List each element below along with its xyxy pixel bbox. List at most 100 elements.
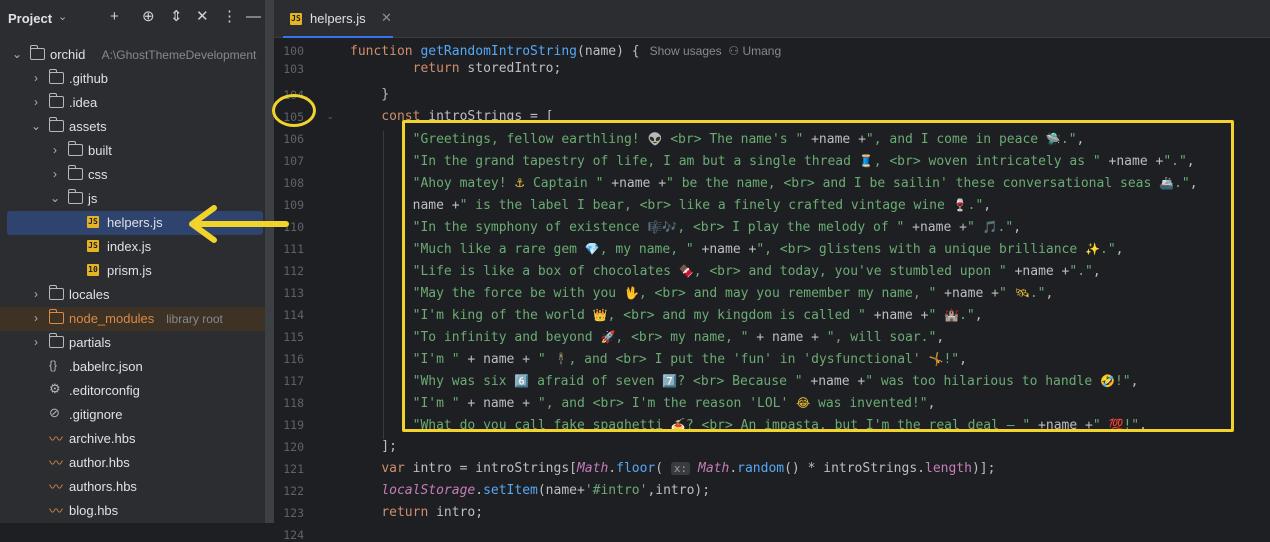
line-number-circle-highlight (272, 94, 316, 127)
folder-icon (67, 141, 83, 156)
line-number: 123 (283, 506, 304, 520)
tree-item-gitignore[interactable]: ⊘ .gitignore (0, 403, 274, 427)
chevron-down-icon[interactable]: ⌄ (12, 47, 22, 61)
panel-scrollbar[interactable] (265, 0, 274, 523)
tree-item-label: prism.js (107, 263, 152, 278)
line-number: 116 (283, 352, 304, 366)
tree-item-locales[interactable]: › locales (0, 283, 274, 307)
show-usages-link[interactable]: Show usages (650, 44, 722, 58)
tree-item-assets[interactable]: ⌄ assets (0, 115, 274, 139)
tree-item-github[interactable]: › .github (0, 67, 274, 91)
tree-item-author-hbs[interactable]: 〰 author.hbs (0, 451, 274, 475)
line-number: 115 (283, 330, 304, 344)
handlebars-file-icon: 〰 (49, 503, 63, 519)
folder-icon (29, 45, 45, 60)
line-number: 100 (283, 44, 304, 58)
json-file-icon: {} (49, 358, 58, 372)
code-line[interactable]: localStorage.setItem(name+'#intro',intro… (350, 483, 710, 499)
tree-item-label: node_modules (69, 311, 155, 326)
folder-icon (48, 117, 64, 132)
tab-helpers-js[interactable]: JS helpers.js ✕ (283, 0, 393, 38)
collapse-all-icon[interactable]: ✕ (196, 9, 209, 25)
tree-item-editorconfig[interactable]: ⚙ .editorconfig (0, 379, 274, 403)
js-file-icon: 10 (87, 264, 99, 276)
expand-all-icon[interactable]: ⇕ (170, 9, 183, 25)
tree-item-label: authors.hbs (69, 479, 137, 494)
tree-item-label: author.hbs (69, 455, 130, 470)
line-number: 120 (283, 440, 304, 454)
tree-item-label: helpers.js (107, 215, 163, 230)
close-icon[interactable]: ✕ (381, 10, 392, 26)
code-line[interactable]: return storedIntro; (350, 61, 562, 77)
line-number: 114 (283, 308, 304, 322)
tree-item-blog-hbs[interactable]: 〰 blog.hbs (0, 499, 274, 523)
folder-icon (67, 165, 83, 180)
chevron-down-icon[interactable]: ⌄ (58, 10, 67, 23)
js-file-icon: JS (87, 240, 99, 252)
line-number: 112 (283, 264, 304, 278)
code-vision-hint[interactable]: Show usages ⚇ Umang (650, 44, 782, 58)
fold-icon[interactable]: ⌄ (326, 111, 334, 122)
ignore-file-icon: ⊘ (49, 405, 60, 420)
options-icon[interactable]: ⋮ (222, 9, 237, 25)
line-number: 111 (283, 242, 304, 256)
line-number: 122 (283, 484, 304, 498)
tree-item-prism-js[interactable]: 10 prism.js (0, 259, 274, 283)
tree-item-label: css (88, 167, 108, 182)
person-icon: ⚇ (721, 44, 743, 58)
chevron-down-icon[interactable]: ⌄ (31, 119, 41, 133)
editor-tab-bar: JS helpers.js ✕ (274, 0, 1270, 38)
tree-item-idea[interactable]: › .idea (0, 91, 274, 115)
tree-item-partials[interactable]: › partials (0, 331, 274, 355)
tree-item-css[interactable]: › css (0, 163, 274, 187)
project-panel: Project ⌄ + ⊕ ⇕ ✕ ⋮ — ⌄ orchid A:\GhostThe… (0, 0, 274, 523)
tree-item-label: .editorconfig (69, 383, 140, 398)
handlebars-file-icon: 〰 (49, 479, 63, 495)
chevron-right-icon[interactable]: › (50, 143, 60, 157)
chevron-right-icon[interactable]: › (31, 95, 41, 109)
tree-item-archive-hbs[interactable]: 〰 archive.hbs (0, 427, 274, 451)
chevron-right-icon[interactable]: › (31, 287, 41, 301)
code-line[interactable]: } (350, 87, 389, 103)
tree-item-node-modules[interactable]: › node_modules library root (0, 307, 274, 331)
line-number: 119 (283, 418, 304, 432)
new-file-icon[interactable]: + (110, 9, 119, 25)
code-line[interactable]: ]; (350, 439, 397, 455)
tree-item-label: .github (69, 71, 109, 86)
chevron-down-icon[interactable]: ⌄ (50, 191, 60, 205)
line-number: 121 (283, 462, 304, 476)
line-number: 106 (283, 132, 304, 146)
tree-item-label: built (88, 143, 112, 158)
folder-icon (48, 69, 64, 84)
folder-icon (48, 333, 64, 348)
chevron-right-icon[interactable]: › (50, 167, 60, 181)
tree-item-label: archive.hbs (69, 431, 136, 446)
js-file-icon: JS (290, 13, 302, 25)
line-number: 124 (283, 528, 304, 542)
tree-item-built[interactable]: › built (0, 139, 274, 163)
chevron-right-icon[interactable]: › (31, 71, 41, 85)
tree-item-meta: A:\GhostThemeDevelopment (101, 48, 257, 62)
chevron-right-icon[interactable]: › (31, 311, 41, 325)
code-line[interactable]: return intro; (350, 505, 483, 521)
tree-item-label: .idea (69, 95, 98, 110)
tree-item-authors-hbs[interactable]: 〰 authors.hbs (0, 475, 274, 499)
tree-item-meta: library root (166, 312, 223, 326)
locate-target-icon[interactable]: ⊕ (142, 9, 155, 25)
hide-panel-icon[interactable]: — (246, 9, 261, 25)
tab-label: helpers.js (310, 11, 366, 26)
line-number: 113 (283, 286, 304, 300)
code-line[interactable]: var intro = introStrings[Math.floor( x: … (350, 461, 995, 477)
line-number: 103 (283, 62, 304, 76)
arrow-left-icon (189, 205, 289, 243)
tree-item-babelrc-json[interactable]: {} .babelrc.json (0, 355, 274, 379)
line-number: 117 (283, 374, 304, 388)
tree-item-label: index.js (107, 239, 152, 254)
author-hint[interactable]: Umang (742, 44, 781, 58)
line-number: 118 (283, 396, 304, 410)
project-title[interactable]: Project (8, 11, 52, 26)
line-number: 108 (283, 176, 304, 190)
tree-item-orchid[interactable]: ⌄ orchid A:\GhostThemeDevelopment (0, 43, 274, 67)
code-line[interactable]: function getRandomIntroString(name) {Sho… (350, 43, 781, 60)
chevron-right-icon[interactable]: › (31, 335, 41, 349)
